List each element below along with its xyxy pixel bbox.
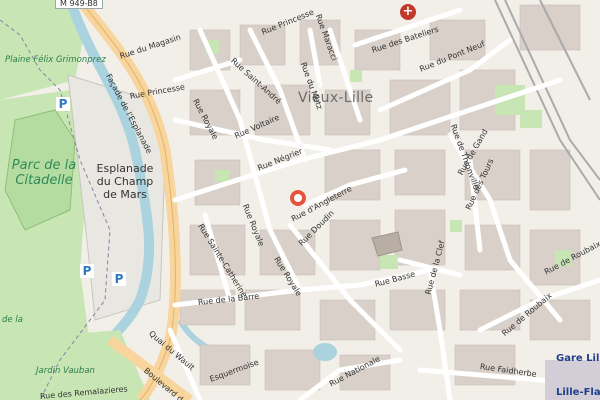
vauban-label: Jardin Vauban [36,366,95,376]
location-pin-icon[interactable] [289,189,307,207]
route-shield: M 949-B8 [55,0,103,9]
esplanade-label: Esplanade du Champ de Mars [96,162,154,201]
map-view[interactable]: M 949-B8 Plaine Félix Grimonprez Parc de… [0,0,600,400]
parking-icon[interactable]: P [80,264,94,278]
citadelle-label: Parc de la Citadelle [11,158,77,188]
station-label: Gare Lille Flandres [556,353,600,364]
hospital-icon[interactable]: + [400,4,416,20]
de-la-label: de la [2,315,23,325]
parking-icon[interactable]: P [112,272,126,286]
parking-icon[interactable]: P [56,97,70,111]
station-sublabel: Lille-Flandres [556,387,600,398]
plaine-label: Plaine Félix Grimonprez [5,55,106,65]
